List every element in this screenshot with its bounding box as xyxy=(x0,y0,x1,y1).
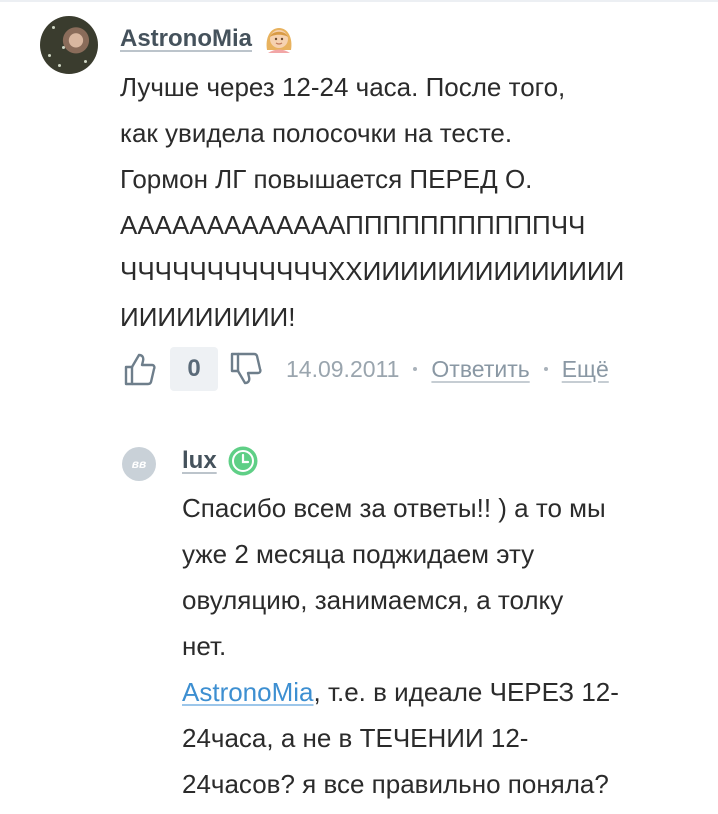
comment-text-line: как увидела полосочки на тесте. xyxy=(120,118,513,148)
comment-author-link[interactable]: AstronoMia xyxy=(120,25,252,53)
reply-body: Спасибо всем за ответы!! ) а то мы уже 2… xyxy=(182,485,702,807)
thumbs-up-icon xyxy=(124,353,156,386)
reply-text-line: 24часов? я все правильно поняла? xyxy=(182,769,609,799)
reply-text-line: овуляцию, занимаемся, а толку xyxy=(182,585,564,615)
reply-author-link[interactable]: lux xyxy=(182,447,217,475)
dislike-button[interactable] xyxy=(226,349,266,389)
comment-text-line: Гормон ЛГ повышается ПЕРЕД О. xyxy=(120,164,533,194)
girl-avatar-icon xyxy=(266,28,292,53)
separator-dot xyxy=(413,367,418,371)
reply-text-line: Спасибо всем за ответы!! ) а то мы xyxy=(182,493,606,523)
user-avatar[interactable] xyxy=(40,16,98,74)
reply-text-fragment: , т.е. в идеале ЧЕРЕЗ 12- xyxy=(313,677,619,707)
mention-link[interactable]: AstronoMia xyxy=(182,677,314,707)
comment-text-line: ЧЧЧЧЧЧЧЧЧЧЧЧХХИИИИИИИИИИИИИИ xyxy=(120,256,625,286)
like-button[interactable] xyxy=(120,349,160,389)
comment-text-line: Лучше через 12-24 часа. После того, xyxy=(120,72,566,102)
comment-date: 14.09.2011 xyxy=(286,355,400,382)
reply-link[interactable]: Ответить xyxy=(431,356,529,383)
clock-icon xyxy=(228,446,258,476)
thumbs-down-icon xyxy=(230,352,262,385)
top-divider xyxy=(0,0,718,2)
reply-user-avatar[interactable]: вв xyxy=(122,447,156,481)
comment-text-line: АААААААААААААПППППППППППЧЧ xyxy=(120,210,586,240)
reply-text-line: 24часа, а не в ТЕЧЕНИИ 12- xyxy=(182,723,529,753)
reply-text-line: уже 2 месяца поджидаем эту xyxy=(182,539,535,569)
vote-count: 0 xyxy=(170,347,218,391)
reply-header: lux xyxy=(182,443,259,479)
reply-mention-line: AstronoMia, т.е. в идеале ЧЕРЕЗ 12- xyxy=(182,669,702,715)
more-link[interactable]: Ещё xyxy=(562,356,609,383)
separator-dot xyxy=(543,367,548,371)
reply-text-line: нет. xyxy=(182,631,227,661)
comment-body: Лучше через 12-24 часа. После того, как … xyxy=(120,64,710,340)
comment-text-line: ИИИИИИИИИ! xyxy=(120,302,296,332)
comment-header: AstronoMia xyxy=(120,22,296,56)
comment-actions: 0 14.09.2011 Ответить Ещё xyxy=(120,344,609,394)
